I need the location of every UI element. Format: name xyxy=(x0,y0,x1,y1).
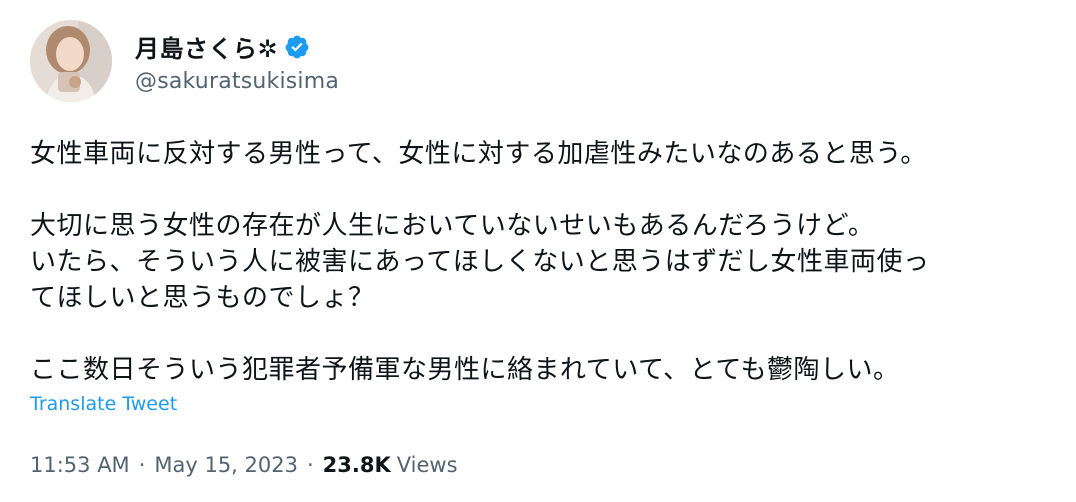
tweet-blank-line xyxy=(30,316,1060,352)
translate-tweet-link[interactable]: Translate Tweet xyxy=(30,393,177,415)
views-count[interactable]: 23.8K xyxy=(323,453,391,477)
tweet-line: いたら、そういう人に被害にあってほしくないと思うはずだし女性車両使っ xyxy=(30,247,930,277)
tweet-line: てほしいと思うものでしょ？ xyxy=(30,283,375,313)
tweet-card: 月島さくら✲ @sakuratsukisima 女性車両に反対する男性って、女性… xyxy=(0,0,1076,502)
tweet-line: 女性車両に反対する男性って、女性に対する加虐性みたいなのあると思う。 xyxy=(30,139,927,169)
avatar[interactable] xyxy=(30,20,112,102)
verified-badge-icon xyxy=(284,34,310,60)
meta-separator: · xyxy=(306,453,314,477)
tweet-time[interactable]: 11:53 AM xyxy=(30,453,130,477)
author-handle[interactable]: @sakuratsukisima xyxy=(135,69,339,94)
tweet-line: 大切に思う女性の存在が人生においていないせいもあるんだろうけど。 xyxy=(30,211,875,241)
avatar-image xyxy=(30,20,112,102)
tweet-meta: 11:53 AM · May 15, 2023 · 23.8K Views xyxy=(30,453,458,477)
tweet-blank-line xyxy=(30,172,1060,208)
author-names: 月島さくら✲ @sakuratsukisima xyxy=(135,29,339,94)
display-name-row: 月島さくら✲ xyxy=(135,29,339,65)
tweet-date[interactable]: May 15, 2023 xyxy=(154,453,298,477)
display-name[interactable]: 月島さくら✲ xyxy=(135,29,278,64)
tweet-text: 女性車両に反対する男性って、女性に対する加虐性みたいなのあると思う。 大切に思う… xyxy=(30,136,1060,388)
views-label: Views xyxy=(396,453,458,477)
tweet-line: ここ数日そういう犯罪者予備軍な男性に絡まれていて、とても鬱陶しい。 xyxy=(30,355,900,385)
meta-separator: · xyxy=(138,453,146,477)
tweet-header: 月島さくら✲ @sakuratsukisima xyxy=(30,16,339,106)
